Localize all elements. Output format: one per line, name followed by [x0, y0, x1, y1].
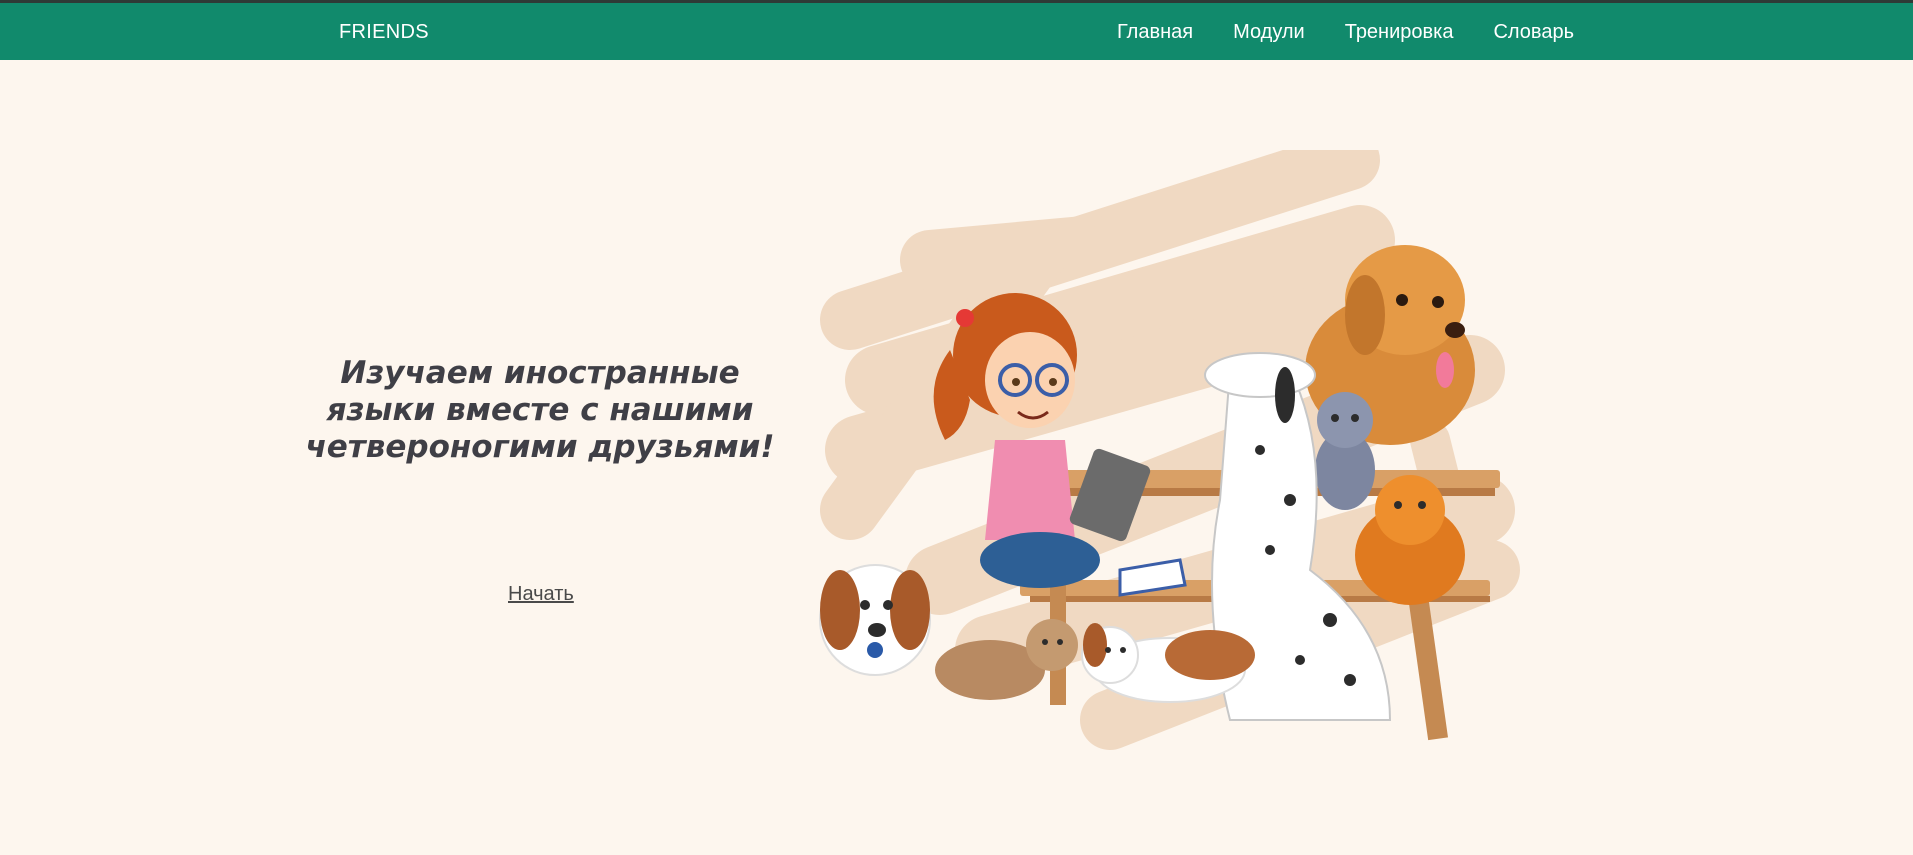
nav-link-dictionary[interactable]: Словарь: [1493, 21, 1574, 44]
main-nav: Главная Модули Тренировка Словарь: [1117, 21, 1574, 44]
brand-logo-link[interactable]: FRIENDS: [339, 21, 429, 44]
nav-link-modules[interactable]: Модули: [1233, 21, 1305, 44]
nav-link-home[interactable]: Главная: [1117, 21, 1193, 44]
start-link[interactable]: Начать: [508, 583, 574, 606]
top-navbar: FRIENDS Главная Модули Тренировка Словар…: [0, 0, 1913, 60]
hero-illustration: [819, 150, 1520, 750]
gray-cat-illustration: [1315, 392, 1375, 510]
beagle-illustration: [819, 564, 931, 676]
hero-title: Изучаем иностранные языки вместе с нашим…: [305, 355, 775, 465]
nav-link-training[interactable]: Тренировка: [1345, 21, 1454, 44]
